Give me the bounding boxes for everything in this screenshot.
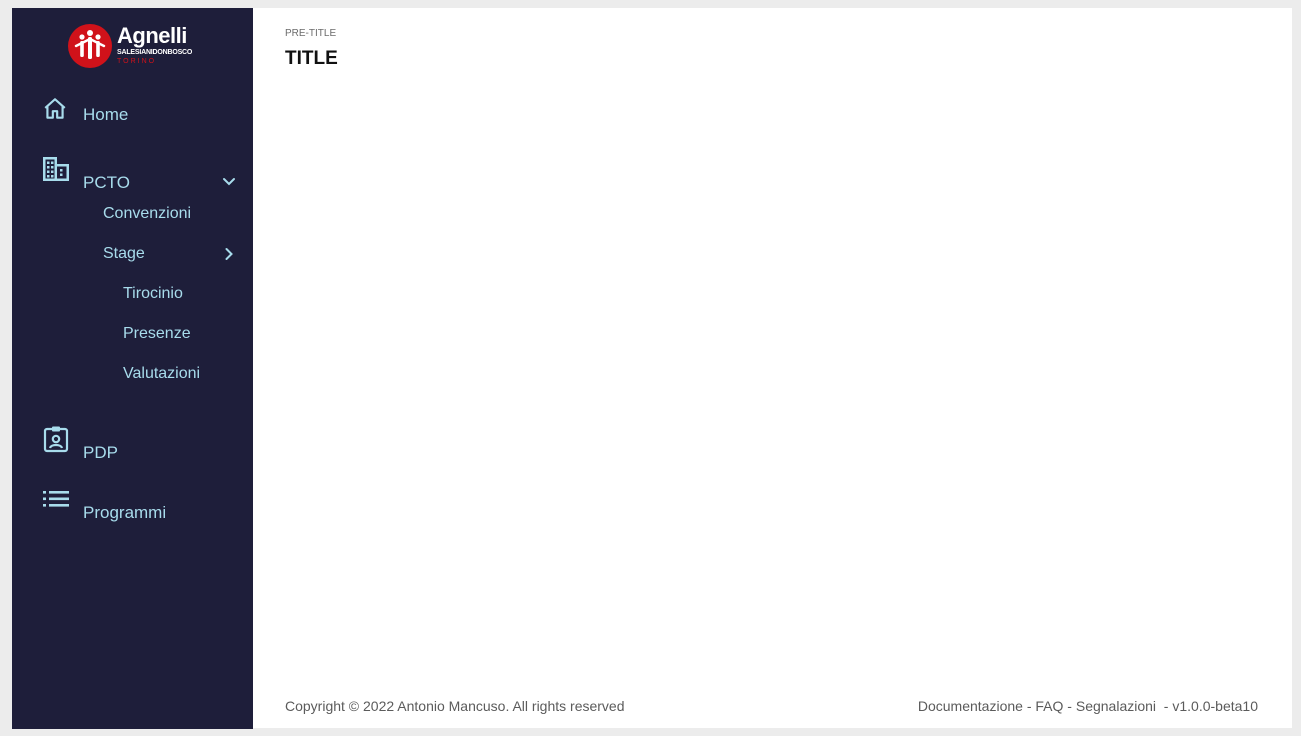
sidebar-item-pcto[interactable]: PCTO (12, 154, 253, 194)
brand-name: Agnelli (117, 23, 187, 48)
sidebar-item-label: Convenzioni (103, 205, 192, 222)
main-content: PRE-TITLE TITLE Copyright © 2022 Antonio… (253, 8, 1292, 728)
id-badge-icon (43, 425, 69, 458)
sidebar-item-label: PCTO (83, 173, 130, 192)
page-title: TITLE (285, 48, 338, 69)
list-icon (43, 490, 69, 513)
sidebar-item-convenzioni[interactable]: Convenzioni (12, 202, 253, 242)
sidebar-item-tirocinio[interactable]: Tirocinio (12, 282, 253, 322)
footer-version: v1.0.0-beta10 (1172, 698, 1258, 714)
sidebar-item-programmi[interactable]: Programmi (12, 484, 253, 524)
footer-link-faq[interactable]: FAQ (1035, 698, 1063, 714)
page-pretitle: PRE-TITLE (285, 28, 337, 39)
sidebar-item-home[interactable]: Home (12, 94, 253, 134)
chevron-right-icon[interactable] (224, 247, 234, 266)
sidebar-item-label: Tirocinio (123, 285, 183, 302)
brand-subtitle: SALESIANIDONBOSCO (117, 49, 193, 56)
brand-city: TORINO (117, 58, 157, 65)
footer-link-documentazione[interactable]: Documentazione (918, 698, 1023, 714)
sidebar-item-label: Programmi (83, 503, 167, 522)
home-icon (42, 96, 68, 127)
footer-links: Documentazione - FAQ - Segnalazioni - v1… (917, 698, 1258, 714)
footer-copyright: Copyright © 2022 Antonio Mancuso. All ri… (285, 698, 625, 714)
sidebar-item-presenze[interactable]: Presenze (12, 322, 253, 362)
sidebar-item-label: Valutazioni (123, 365, 201, 382)
brand-logo[interactable]: Agnelli SALESIANIDONBOSCO TORINO (68, 22, 200, 70)
sidebar-item-label: PDP (83, 443, 118, 462)
sidebar-item-pdp[interactable]: PDP (12, 424, 253, 464)
sidebar-item-label: Home (83, 105, 129, 124)
building-icon (42, 156, 70, 187)
brand-mark-icon (68, 24, 112, 68)
sidebar-item-label: Presenze (123, 325, 191, 342)
sidebar-item-label: Stage (103, 245, 145, 262)
footer-link-segnalazioni[interactable]: Segnalazioni (1076, 698, 1156, 714)
chevron-down-icon[interactable] (222, 174, 236, 192)
sidebar-item-valutazioni[interactable]: Valutazioni (12, 362, 253, 402)
sidebar: Agnelli SALESIANIDONBOSCO TORINO Home PC… (12, 8, 253, 729)
sidebar-item-stage[interactable]: Stage (12, 242, 253, 282)
